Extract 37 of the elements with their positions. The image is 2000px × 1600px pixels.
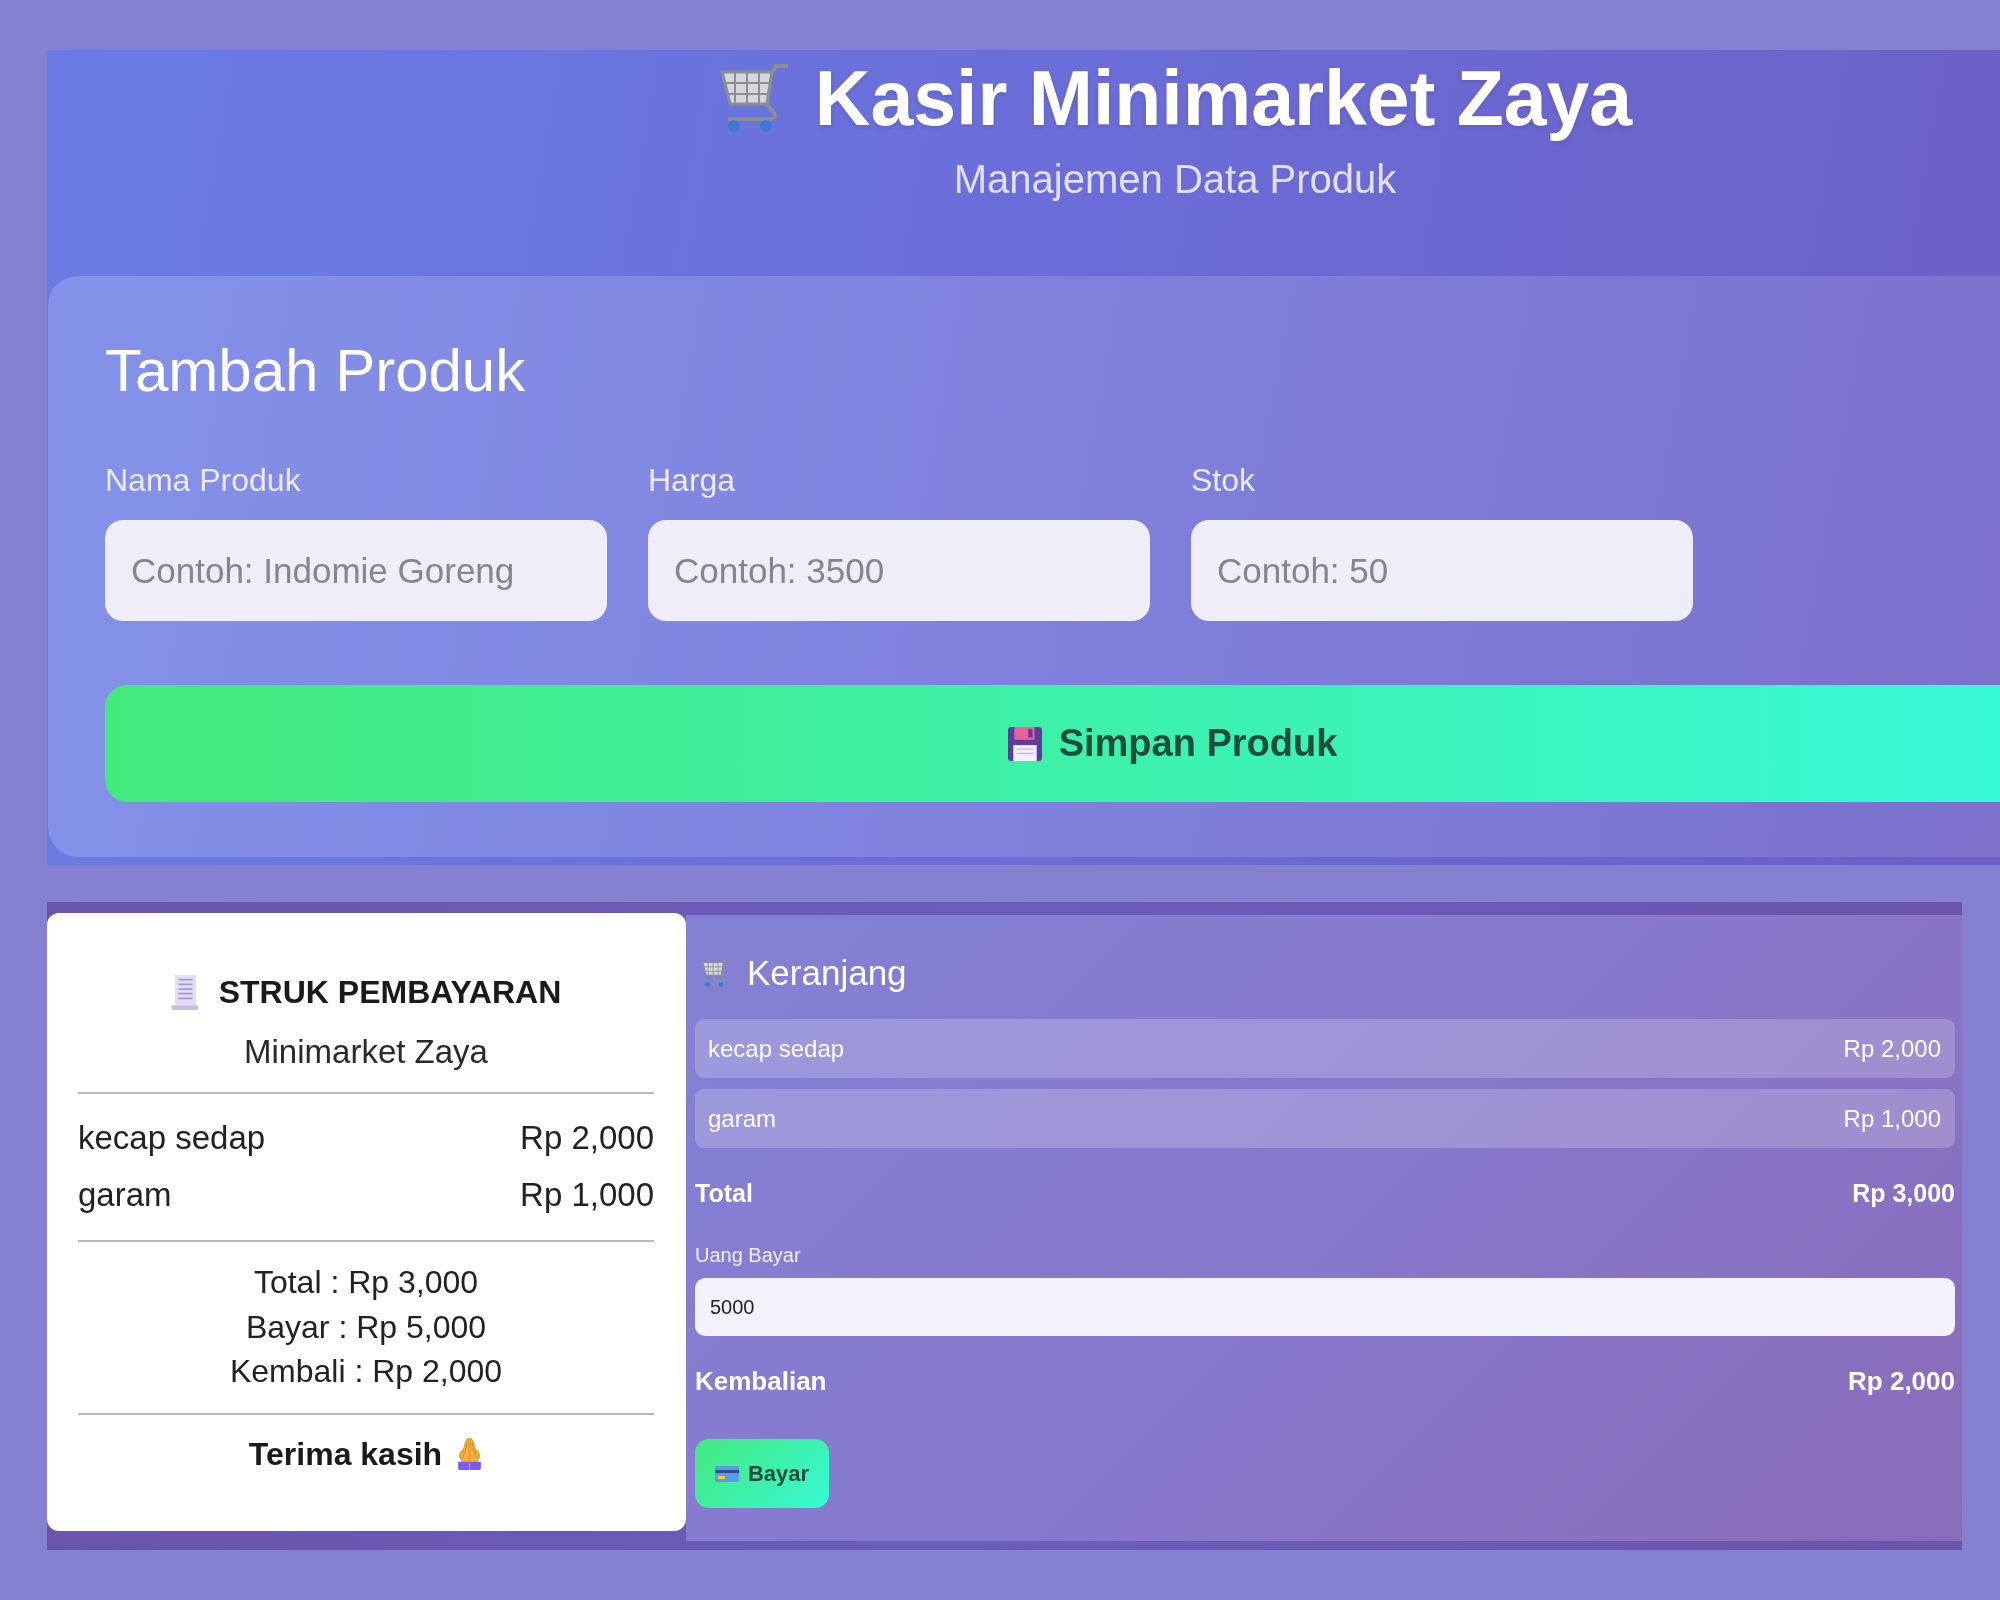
total-value: Rp 3,000 bbox=[1852, 1178, 1955, 1209]
receipt-item-price: Rp 1,000 bbox=[520, 1175, 654, 1215]
receipt-item-name: kecap sedap bbox=[78, 1118, 266, 1158]
cart-icon bbox=[717, 64, 790, 132]
field-label: Nama Produk bbox=[105, 461, 301, 500]
summary-line: Bayar : Rp 5,000 bbox=[245, 1308, 487, 1345]
receipt-title: STRUK PEMBAYARAN bbox=[218, 973, 562, 1012]
payment-input[interactable]: 5000 bbox=[695, 1278, 1955, 1336]
input-field[interactable]: Contoh: 50 bbox=[1191, 520, 1693, 621]
total-label: Total bbox=[695, 1178, 753, 1209]
app-title: Kasir Minimarket Zaya bbox=[814, 54, 1633, 143]
cart-item-price: Rp 2,000 bbox=[1843, 1034, 1941, 1063]
cart-icon bbox=[701, 959, 731, 987]
payment-label: Uang Bayar bbox=[695, 1244, 801, 1266]
field-label: Harga bbox=[648, 461, 736, 500]
input-field[interactable]: Contoh: 3500 bbox=[648, 520, 1150, 621]
input-field[interactable]: Contoh: Indomie Goreng bbox=[105, 520, 607, 621]
summary-line: Kembali : Rp 2,000 bbox=[229, 1353, 503, 1389]
receipt-item-price: Rp 2,000 bbox=[520, 1118, 654, 1158]
form-title: Tambah Produk bbox=[105, 336, 526, 406]
receipt-item-name: garam bbox=[78, 1175, 172, 1215]
app-subtitle: Manajemen Data Produk bbox=[953, 157, 1397, 201]
cart-item-name: kecap sedap bbox=[708, 1034, 845, 1063]
cart-item-price: Rp 1,000 bbox=[1843, 1104, 1941, 1133]
cart-title: Keranjang bbox=[747, 952, 907, 994]
praying-hands-icon bbox=[456, 1437, 484, 1470]
cart-item-name: garam bbox=[708, 1104, 777, 1133]
save-button[interactable]: Simpan Produk bbox=[105, 685, 2000, 802]
summary-line: Total : Rp 3,000 bbox=[253, 1264, 479, 1300]
store-name: Minimarket Zaya bbox=[244, 1033, 488, 1070]
receipt-icon bbox=[170, 974, 200, 1010]
pay-button[interactable]: Bayar bbox=[695, 1439, 829, 1508]
field-label: Stok bbox=[1191, 461, 1256, 500]
credit-card-icon bbox=[714, 1465, 739, 1482]
change-label: Kembalian bbox=[695, 1365, 827, 1398]
thank-you-text: Terima kasih bbox=[248, 1434, 443, 1474]
change-value: Rp 2,000 bbox=[1848, 1365, 1955, 1398]
